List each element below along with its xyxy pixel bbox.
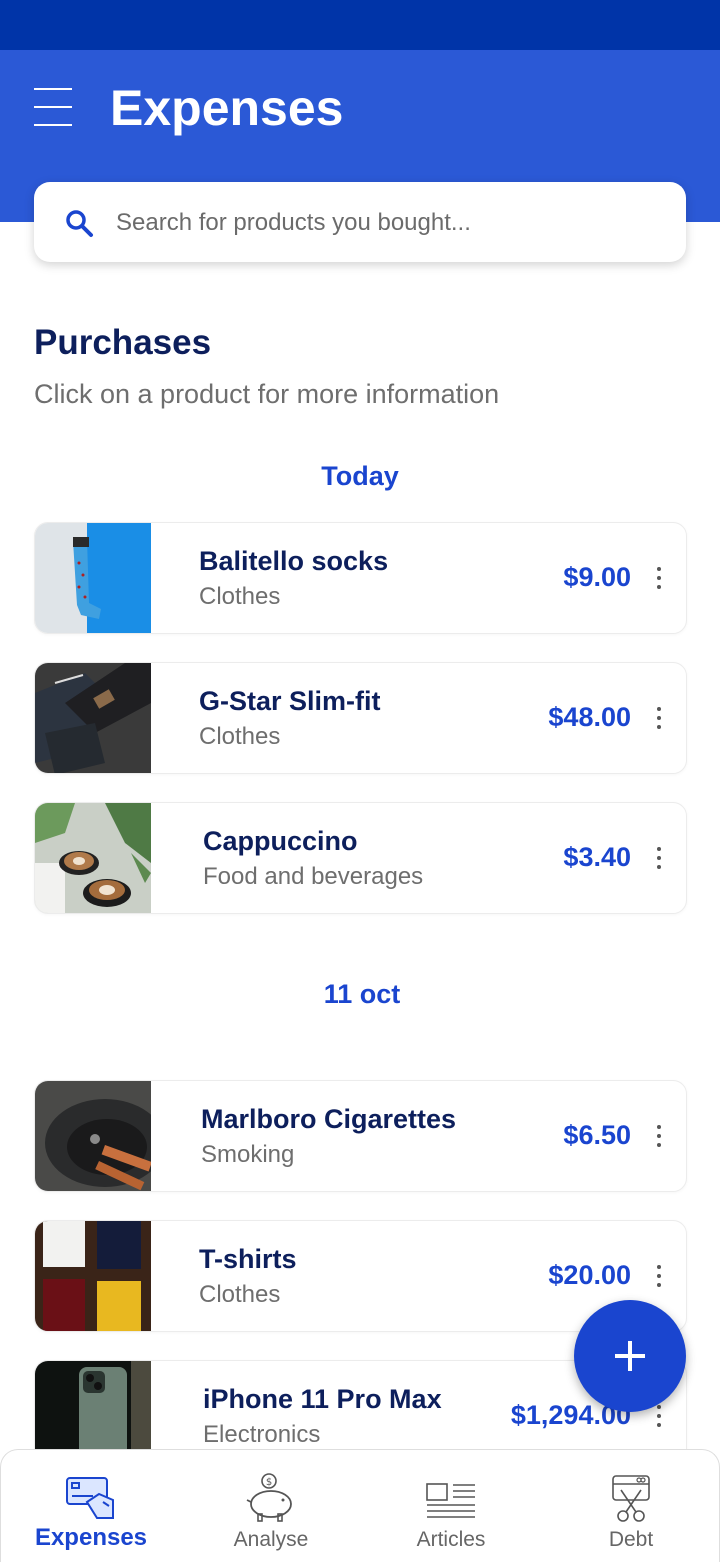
item-category: Clothes [199, 723, 281, 750]
nav-label: Expenses [34, 1524, 148, 1551]
svg-text:$: $ [266, 1477, 272, 1488]
cut-card-icon [612, 1475, 650, 1522]
purchase-item[interactable]: T-shirts Clothes $20.00 [34, 1220, 687, 1332]
product-image-cappuccino [35, 803, 151, 913]
product-image-cigarettes [35, 1081, 151, 1191]
bottom-navigation: Expenses $ Analyse Articles Debt [0, 1449, 720, 1562]
nav-item-analyse[interactable]: $ Analyse [181, 1450, 361, 1560]
purchase-item[interactable]: Cappuccino Food and beverages $3.40 [34, 802, 687, 914]
purchase-item[interactable]: Marlboro Cigarettes Smoking $6.50 [34, 1080, 687, 1192]
item-name: T-shirts [199, 1244, 297, 1274]
search-input[interactable] [114, 202, 658, 244]
more-options-icon[interactable] [654, 1125, 664, 1149]
nav-label: Debt [608, 1528, 654, 1551]
item-category: Clothes [199, 583, 281, 610]
item-name: iPhone 11 Pro Max [203, 1384, 442, 1414]
item-price: $9.00 [563, 562, 631, 592]
nav-item-articles[interactable]: Articles [361, 1450, 541, 1560]
item-name: G-Star Slim-fit [199, 686, 381, 716]
item-price: $20.00 [548, 1260, 631, 1290]
nav-item-debt[interactable]: Debt [541, 1450, 720, 1560]
item-category: Smoking [201, 1141, 295, 1168]
item-price: $48.00 [548, 702, 631, 732]
product-image-jeans [35, 663, 151, 773]
item-name: Cappuccino [203, 826, 358, 856]
more-options-icon[interactable] [654, 847, 664, 871]
product-image-socks [35, 523, 151, 633]
add-purchase-button[interactable] [574, 1300, 686, 1412]
credit-card-icon [66, 1477, 114, 1519]
section-subtitle: Click on a product for more information [34, 379, 500, 409]
item-price: $6.50 [563, 1120, 631, 1150]
date-header: 11 oct [323, 979, 401, 1009]
nav-label: Analyse [233, 1528, 309, 1551]
newspaper-icon [426, 1483, 475, 1518]
purchase-item[interactable]: Balitello socks Clothes $9.00 [34, 522, 687, 634]
more-options-icon[interactable] [654, 707, 664, 731]
date-header: Today [321, 461, 399, 491]
item-name: Balitello socks [199, 546, 389, 576]
item-category: Electronics [203, 1421, 321, 1448]
more-options-icon[interactable] [654, 567, 664, 591]
more-options-icon[interactable] [654, 1265, 664, 1289]
more-options-icon[interactable] [654, 1405, 664, 1429]
piggy-bank-icon: $ [246, 1473, 292, 1522]
section-title: Purchases [34, 323, 212, 362]
item-name: Marlboro Cigarettes [201, 1104, 457, 1134]
item-price: $3.40 [563, 842, 631, 872]
search-icon [66, 210, 93, 237]
purchase-item[interactable]: G-Star Slim-fit Clothes $48.00 [34, 662, 687, 774]
nav-item-expenses[interactable]: Expenses [1, 1450, 181, 1560]
nav-label: Articles [416, 1528, 486, 1551]
product-image-tshirts [35, 1221, 151, 1331]
page-title: Expenses [110, 80, 344, 136]
item-category: Clothes [199, 1281, 281, 1308]
status-bar [0, 0, 720, 50]
item-category: Food and beverages [203, 863, 424, 890]
hamburger-menu-icon[interactable] [34, 88, 72, 126]
search-bar[interactable] [34, 182, 686, 262]
